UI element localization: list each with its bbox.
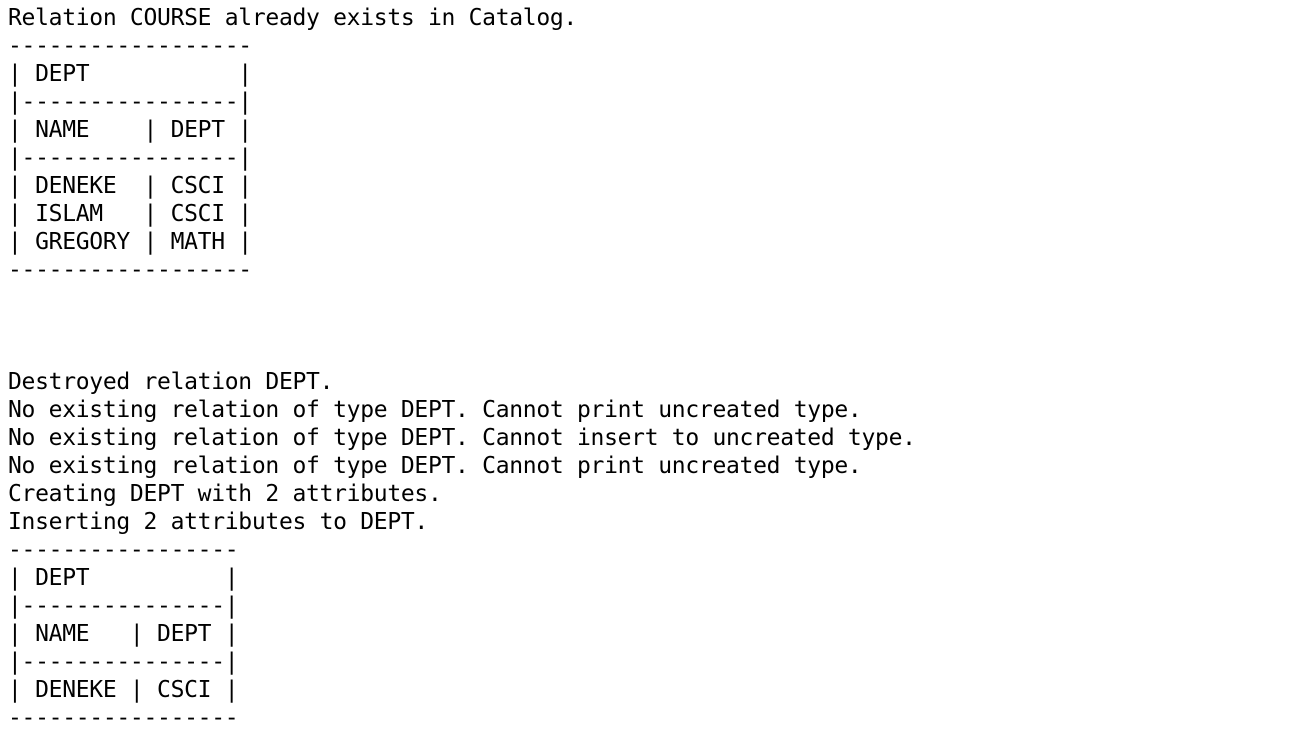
terminal-line: No existing relation of type DEPT. Canno…: [8, 397, 862, 423]
table-header: | NAME | DEPT |: [8, 117, 252, 143]
table-header: | NAME | DEPT |: [8, 621, 239, 647]
table-title: | DEPT |: [8, 61, 252, 87]
terminal-line: No existing relation of type DEPT. Canno…: [8, 453, 862, 479]
table-border: -----------------: [8, 705, 239, 731]
terminal-line: Creating DEPT with 2 attributes.: [8, 481, 442, 507]
table-border: -----------------: [8, 537, 239, 563]
terminal-line: Relation COURSE already exists in Catalo…: [8, 5, 577, 31]
table-separator: |----------------|: [8, 89, 252, 115]
table-title: | DEPT |: [8, 565, 239, 591]
terminal-line: Destroyed relation DEPT.: [8, 369, 334, 395]
terminal-line: No existing relation of type DEPT. Canno…: [8, 425, 916, 451]
table-separator: |---------------|: [8, 593, 239, 619]
table-row: | GREGORY | MATH |: [8, 229, 252, 255]
table-row: | ISLAM | CSCI |: [8, 201, 252, 227]
terminal-output[interactable]: Relation COURSE already exists in Catalo…: [0, 0, 1300, 752]
table-border: ------------------: [8, 33, 252, 59]
table-row: | DENEKE | CSCI |: [8, 173, 252, 199]
table-separator: |----------------|: [8, 145, 252, 171]
table-separator: |---------------|: [8, 649, 239, 675]
terminal-line: Inserting 2 attributes to DEPT.: [8, 509, 428, 535]
table-border: ------------------: [8, 257, 252, 283]
table-row: | DENEKE | CSCI |: [8, 677, 239, 703]
